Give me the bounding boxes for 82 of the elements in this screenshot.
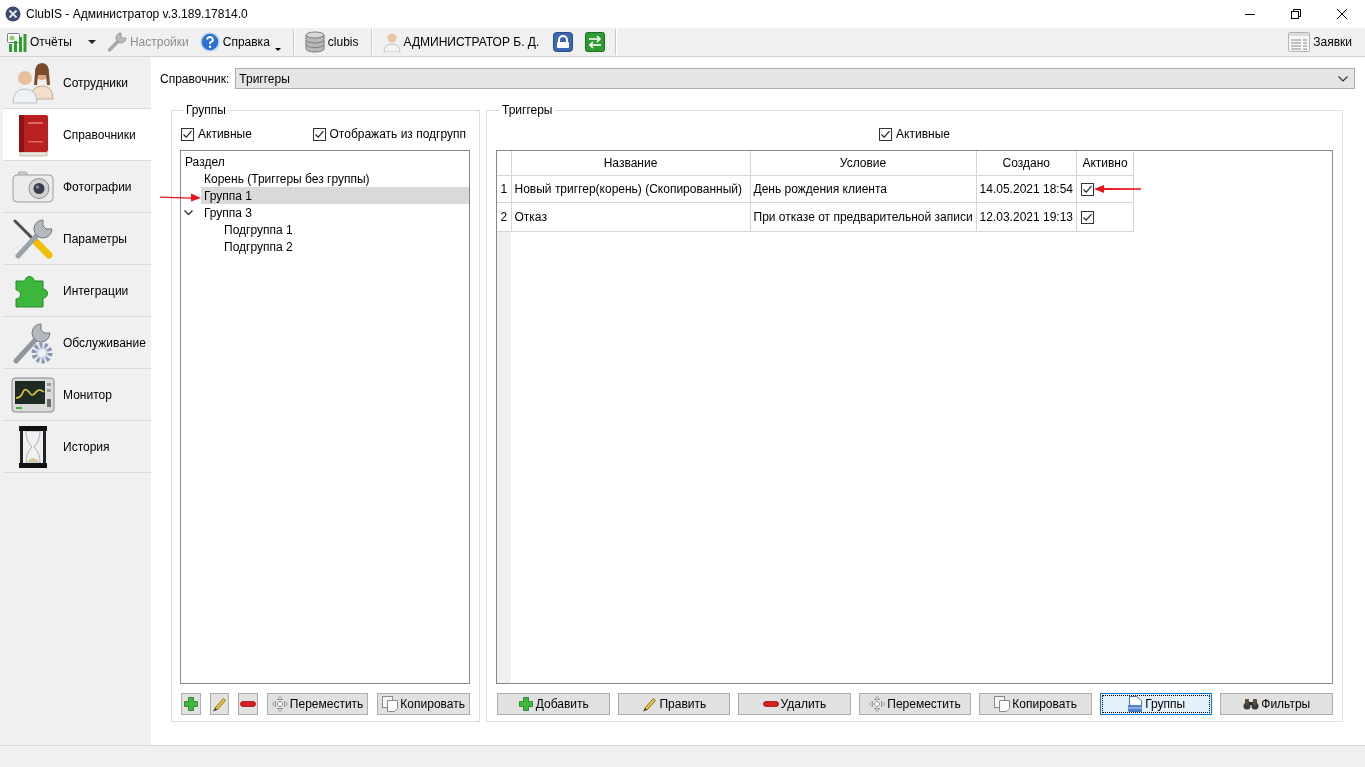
checkbox[interactable] [1081, 182, 1094, 196]
database-icon [304, 31, 325, 53]
plus-icon [182, 696, 199, 712]
row-number: 2 [497, 202, 511, 232]
minus-icon [762, 701, 779, 707]
minus-icon [240, 701, 256, 707]
checkbox[interactable] [1081, 210, 1094, 224]
table-cell: Отказ [511, 202, 750, 232]
checkbox-label: Активные [896, 127, 950, 141]
panel-title: Триггеры [501, 103, 554, 117]
wrench-screwdriver-icon [11, 216, 55, 261]
pages-icon [382, 696, 399, 712]
add-button[interactable]: Добавить [497, 693, 610, 715]
plus-icon [517, 696, 534, 712]
checkbox[interactable] [879, 127, 893, 141]
panel-title: Группы [185, 103, 227, 117]
copy-button[interactable]: Копировать [979, 693, 1092, 715]
filters-button[interactable]: Фильтры [1220, 693, 1334, 715]
move-arrows-icon [869, 696, 886, 712]
exchange-arrows-icon[interactable] [585, 32, 606, 52]
close-icon[interactable] [1337, 9, 1347, 19]
bar-chart-icon [7, 32, 27, 52]
edit-button[interactable]: Править [617, 693, 731, 715]
column-header[interactable]: Условие [750, 151, 977, 176]
reference-dropdown[interactable]: Триггеры [235, 68, 1355, 89]
people-icon [11, 60, 55, 105]
column-header[interactable]: Название [511, 151, 750, 176]
groups-button[interactable]: Группы [1099, 693, 1213, 715]
table-cell: При отказе от предварительной записи [750, 202, 977, 232]
chevron-down-icon[interactable] [184, 208, 193, 217]
row-number: 1 [497, 175, 511, 203]
window-title: ClubIS - Администратор v.3.189.17814.0 [26, 7, 248, 21]
checkbox[interactable] [312, 127, 326, 141]
edit-button[interactable] [209, 693, 230, 715]
column-header[interactable]: Создано [976, 151, 1077, 176]
reference-label: Справочник: [160, 71, 230, 86]
user-silhouette-icon [382, 32, 401, 52]
move-arrows-icon [271, 696, 288, 712]
table-cell: Новый триггер(корень) (Скопированный) [511, 175, 750, 203]
tree-item[interactable]: Группа 3 [201, 204, 469, 221]
toolbar-button[interactable]: Заявки [1285, 30, 1355, 54]
tree-item[interactable]: Подгруппа 1 [221, 221, 469, 238]
toolbar-button[interactable]: Справка [196, 30, 284, 54]
restore-icon[interactable] [1291, 9, 1301, 19]
wrench-icon [106, 32, 127, 52]
toolbar-button[interactable]: АДМИНИСТРАТОР Б. Д. [379, 30, 543, 54]
checkbox-label: Активные [198, 127, 252, 141]
add-button[interactable] [181, 693, 201, 715]
caret-icon [274, 48, 281, 51]
document-icon [1127, 696, 1144, 712]
app-logo-icon [5, 6, 21, 22]
pages-icon [994, 696, 1011, 712]
delete-button[interactable]: Удалить [738, 693, 851, 715]
move-button[interactable]: Переместить [858, 693, 972, 715]
tree-header: Раздел [185, 154, 225, 169]
pencil-icon [641, 696, 658, 712]
tree-item[interactable]: Группа 1 [201, 187, 469, 204]
table-cell: День рождения клиента [750, 175, 977, 203]
annotation-arrow [160, 193, 201, 202]
tree-item[interactable]: Подгруппа 2 [221, 238, 469, 255]
help-icon [199, 32, 220, 52]
copy-button[interactable]: Копировать [377, 693, 470, 715]
minimize-icon[interactable] [1245, 13, 1255, 15]
lock-icon[interactable] [553, 32, 574, 52]
toolbar-button[interactable]: Отчёты [4, 30, 75, 54]
wrench-gear-icon [11, 320, 55, 365]
tree-item[interactable]: Корень (Триггеры без группы) [201, 170, 469, 187]
dropdown-caret-icon[interactable] [87, 40, 96, 44]
pencil-icon [211, 696, 228, 712]
delete-button[interactable] [238, 693, 258, 715]
annotation-arrow [1094, 185, 1141, 193]
checkbox-label: Отображать из подгрупп [329, 127, 466, 141]
sidebar-item[interactable]: Справочники [3, 109, 151, 161]
checkbox[interactable] [181, 127, 194, 141]
table-list-icon [1288, 32, 1311, 52]
move-button[interactable]: Переместить [266, 693, 369, 715]
table-cell: 14.05.2021 18:54 [976, 175, 1077, 203]
toolbar-button[interactable]: clubis [301, 30, 362, 54]
binoculars-icon [1243, 698, 1260, 710]
table-cell: 12.03.2021 19:13 [976, 202, 1077, 232]
column-header[interactable]: Активно [1076, 151, 1134, 176]
chevron-down-icon [1338, 75, 1348, 82]
